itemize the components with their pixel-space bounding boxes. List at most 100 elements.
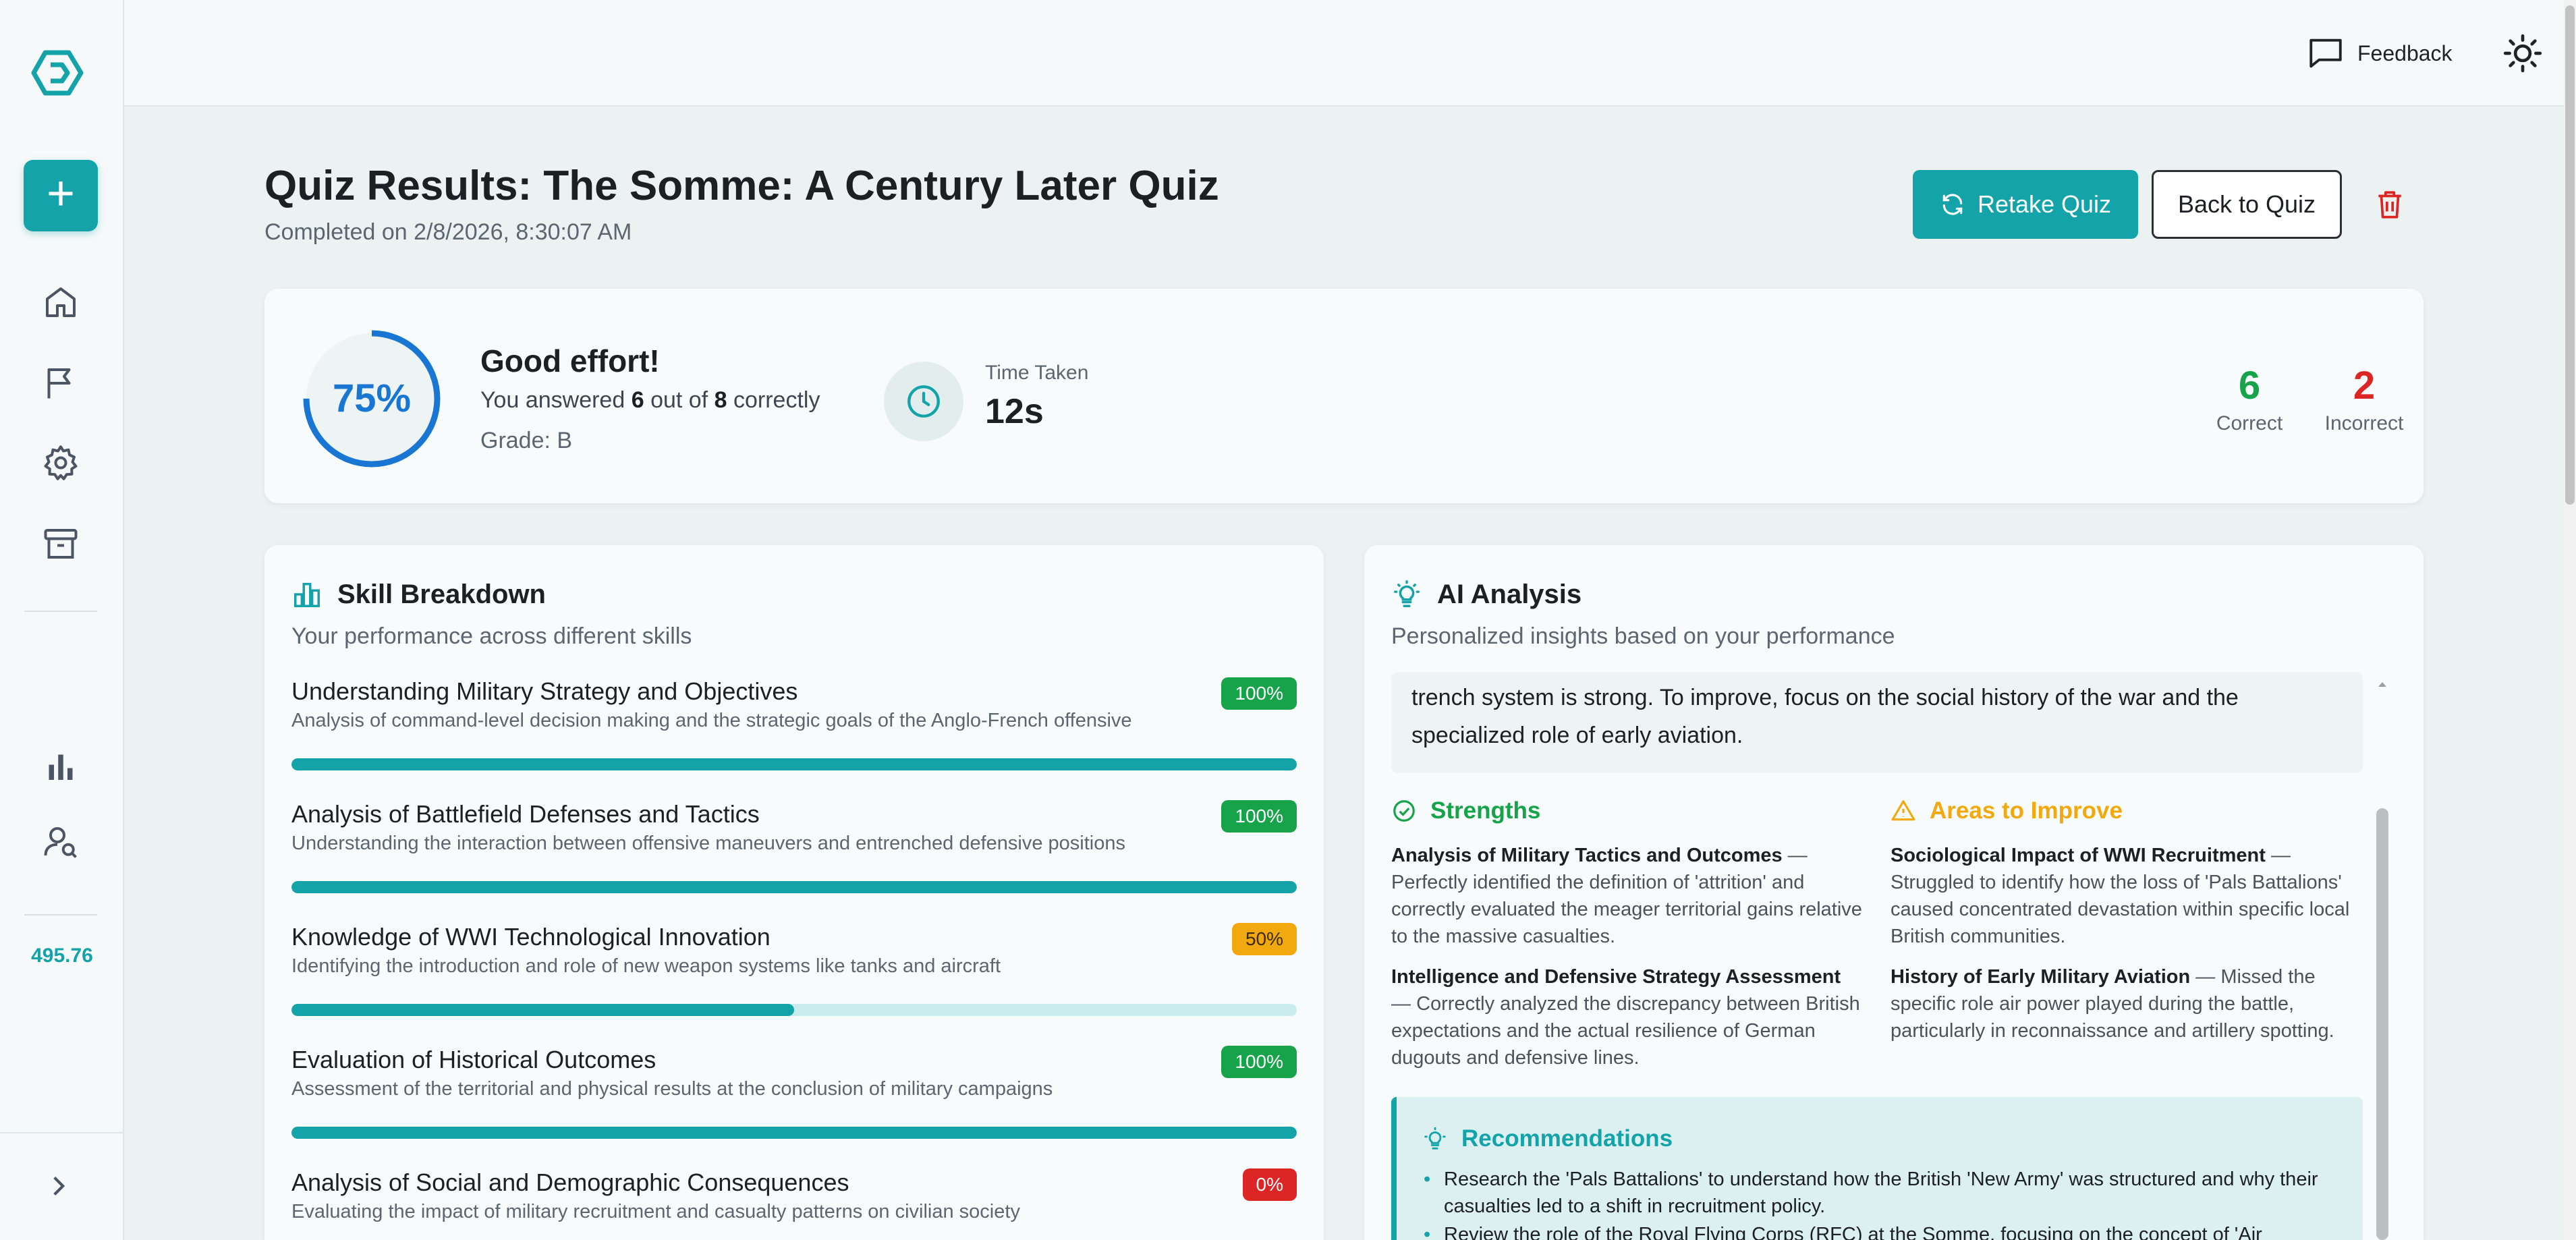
strength-title: Analysis of Military Tactics and Outcome… [1391,845,1783,866]
correct-stat: 6 Correct [2195,363,2303,435]
strength-text: Correctly analyzed the discrepancy betwe… [1391,993,1860,1069]
ai-analysis-title-text: AI Analysis [1437,579,1582,609]
strength-text: Perfectly identified the definition of '… [1391,872,1862,947]
strengths-title: Strengths [1430,797,1541,824]
improve-text: Struggled to identify how the loss of 'P… [1891,872,2350,947]
trash-icon[interactable] [2373,188,2407,221]
skill-description: Assessment of the territorial and physic… [291,1078,1053,1100]
correct-label: Correct [2216,412,2283,434]
sidebar-divider [24,611,97,612]
lightbulb-icon [1424,1127,1446,1150]
skill-score-badge: 100% [1221,1046,1297,1078]
chevron-right-icon[interactable] [42,1169,76,1203]
skill-breakdown-title-text: Skill Breakdown [337,579,546,609]
retake-quiz-label: Retake Quiz [1977,190,2112,218]
flag-icon[interactable] [40,363,81,403]
back-to-quiz-button[interactable]: Back to Quiz [2152,170,2342,239]
incorrect-stat: 2 Incorrect [2303,363,2425,435]
correct-count: 6 [631,387,644,413]
ai-analysis-title: AI Analysis [1391,579,1581,610]
page-scrollbar-thumb[interactable] [2565,5,2575,505]
bar-chart-icon [294,582,320,607]
strength-item: Analysis of Military Tactics and Outcome… [1391,845,1862,947]
correct-number: 6 [2238,364,2261,407]
ai-panel-scrollbar-thumb[interactable] [2376,808,2388,1240]
skill-progress-fill [291,1004,794,1016]
skill-score-badge: 100% [1221,800,1297,833]
skill-name: Knowledge of WWI Technological Innovatio… [291,923,771,951]
areas-to-improve-title: Areas to Improve [1930,797,2123,824]
new-quiz-button[interactable]: + [24,160,98,231]
archive-icon[interactable] [40,524,81,564]
sidebar-divider [0,1132,124,1133]
recommendations-title: Recommendations [1461,1125,1673,1152]
ai-analysis-subtitle: Personalized insights based on your perf… [1391,623,1895,649]
skill-name: Evaluation of Historical Outcomes [291,1046,656,1073]
skill-progress-fill [291,1127,1297,1139]
credit-balance: 495.76 [31,945,93,967]
skill-description: Identifying the introduction and role of… [291,955,1001,977]
skill-score-badge: 0% [1242,1168,1297,1201]
refresh-icon [1942,194,1963,215]
feedback-button[interactable]: Feedback [2306,32,2453,74]
home-icon[interactable] [40,282,81,322]
answered-summary: You answered 6 out of 8 correctly [480,387,820,414]
scroll-up-arrow-icon[interactable] [2376,679,2388,691]
total-count: 8 [714,387,727,413]
skill-progress-track [291,1004,1297,1016]
skill-item: Analysis of Social and Demographic Conse… [291,1168,1297,1240]
skill-breakdown-subtitle: Your performance across different skills [291,623,692,649]
sidebar: + 495.76 [0,0,124,1240]
skill-name: Analysis of Battlefield Defenses and Tac… [291,800,760,828]
warning-triangle-icon [1891,800,1915,821]
improve-item: Sociological Impact of WWI Recruitment —… [1891,845,2350,947]
topbar: Feedback S [124,0,2576,107]
incorrect-number: 2 [2353,364,2376,407]
improve-item: History of Early Military Aviation — Mis… [1891,966,2334,1042]
incorrect-label: Incorrect [2324,412,2404,434]
skill-name: Analysis of Social and Demographic Conse… [291,1168,849,1196]
strengths-heading: Strengths [1391,797,1540,824]
out-of-text: out of [650,387,708,413]
ai-analysis-card: AI Analysis Personalized insights based … [1364,545,2424,1240]
ai-summary-box[interactable]: trench system is strong. To improve, foc… [1391,672,2363,773]
app-logo-icon[interactable] [28,46,89,100]
strength-title: Intelligence and Defensive Strategy Asse… [1391,966,1841,988]
user-search-icon[interactable] [40,822,81,862]
page-title: Quiz Results: The Somme: A Century Later… [264,163,1219,209]
recommendations-box: Recommendations Research the 'Pals Batta… [1391,1097,2363,1240]
skill-description: Analysis of command-level decision makin… [291,710,1132,731]
skill-item: Knowledge of WWI Technological Innovatio… [291,923,1297,1038]
skill-description: Understanding the interaction between of… [291,833,1125,854]
skill-score-badge: 50% [1231,923,1297,955]
skill-progress-track [291,1127,1297,1139]
check-circle-icon [1393,800,1415,822]
recommendations-heading: Recommendations [1422,1125,1673,1152]
lightbulb-icon [1394,580,1420,607]
feedback-label: Feedback [2357,40,2453,65]
completed-timestamp: Completed on 2/8/2026, 8:30:07 AM [264,219,632,245]
gear-icon[interactable] [40,443,81,483]
bar-chart-icon[interactable] [40,746,81,787]
answered-prefix: You answered [480,387,625,413]
skill-breakdown-card: Skill Breakdown Your performance across … [264,545,1324,1240]
retake-quiz-button[interactable]: Retake Quiz [1913,170,2138,239]
time-taken-value: 12s [985,392,1044,431]
improve-title: History of Early Military Aviation [1891,966,2191,988]
areas-to-improve-heading: Areas to Improve [1891,797,2123,824]
recommendation-item: Review the role of the Royal Flying Corp… [1424,1221,2348,1240]
strength-item: Intelligence and Defensive Strategy Asse… [1391,966,1860,1069]
ai-summary-text: trench system is strong. To improve, foc… [1411,685,2239,748]
result-heading: Good effort! [480,343,660,378]
recommendation-item: Research the 'Pals Battalions' to unders… [1424,1166,2348,1220]
skill-item: Understanding Military Strategy and Obje… [291,677,1297,792]
grade: Grade: B [480,428,573,453]
skill-progress-fill [291,881,1297,893]
skill-score-badge: 100% [1221,677,1297,710]
sun-icon[interactable] [2502,32,2544,74]
skill-breakdown-title: Skill Breakdown [291,579,546,610]
message-icon [2309,38,2342,68]
skill-name: Understanding Military Strategy and Obje… [291,677,798,705]
score-percent: 75% [332,376,412,420]
skill-item: Analysis of Battlefield Defenses and Tac… [291,800,1297,915]
